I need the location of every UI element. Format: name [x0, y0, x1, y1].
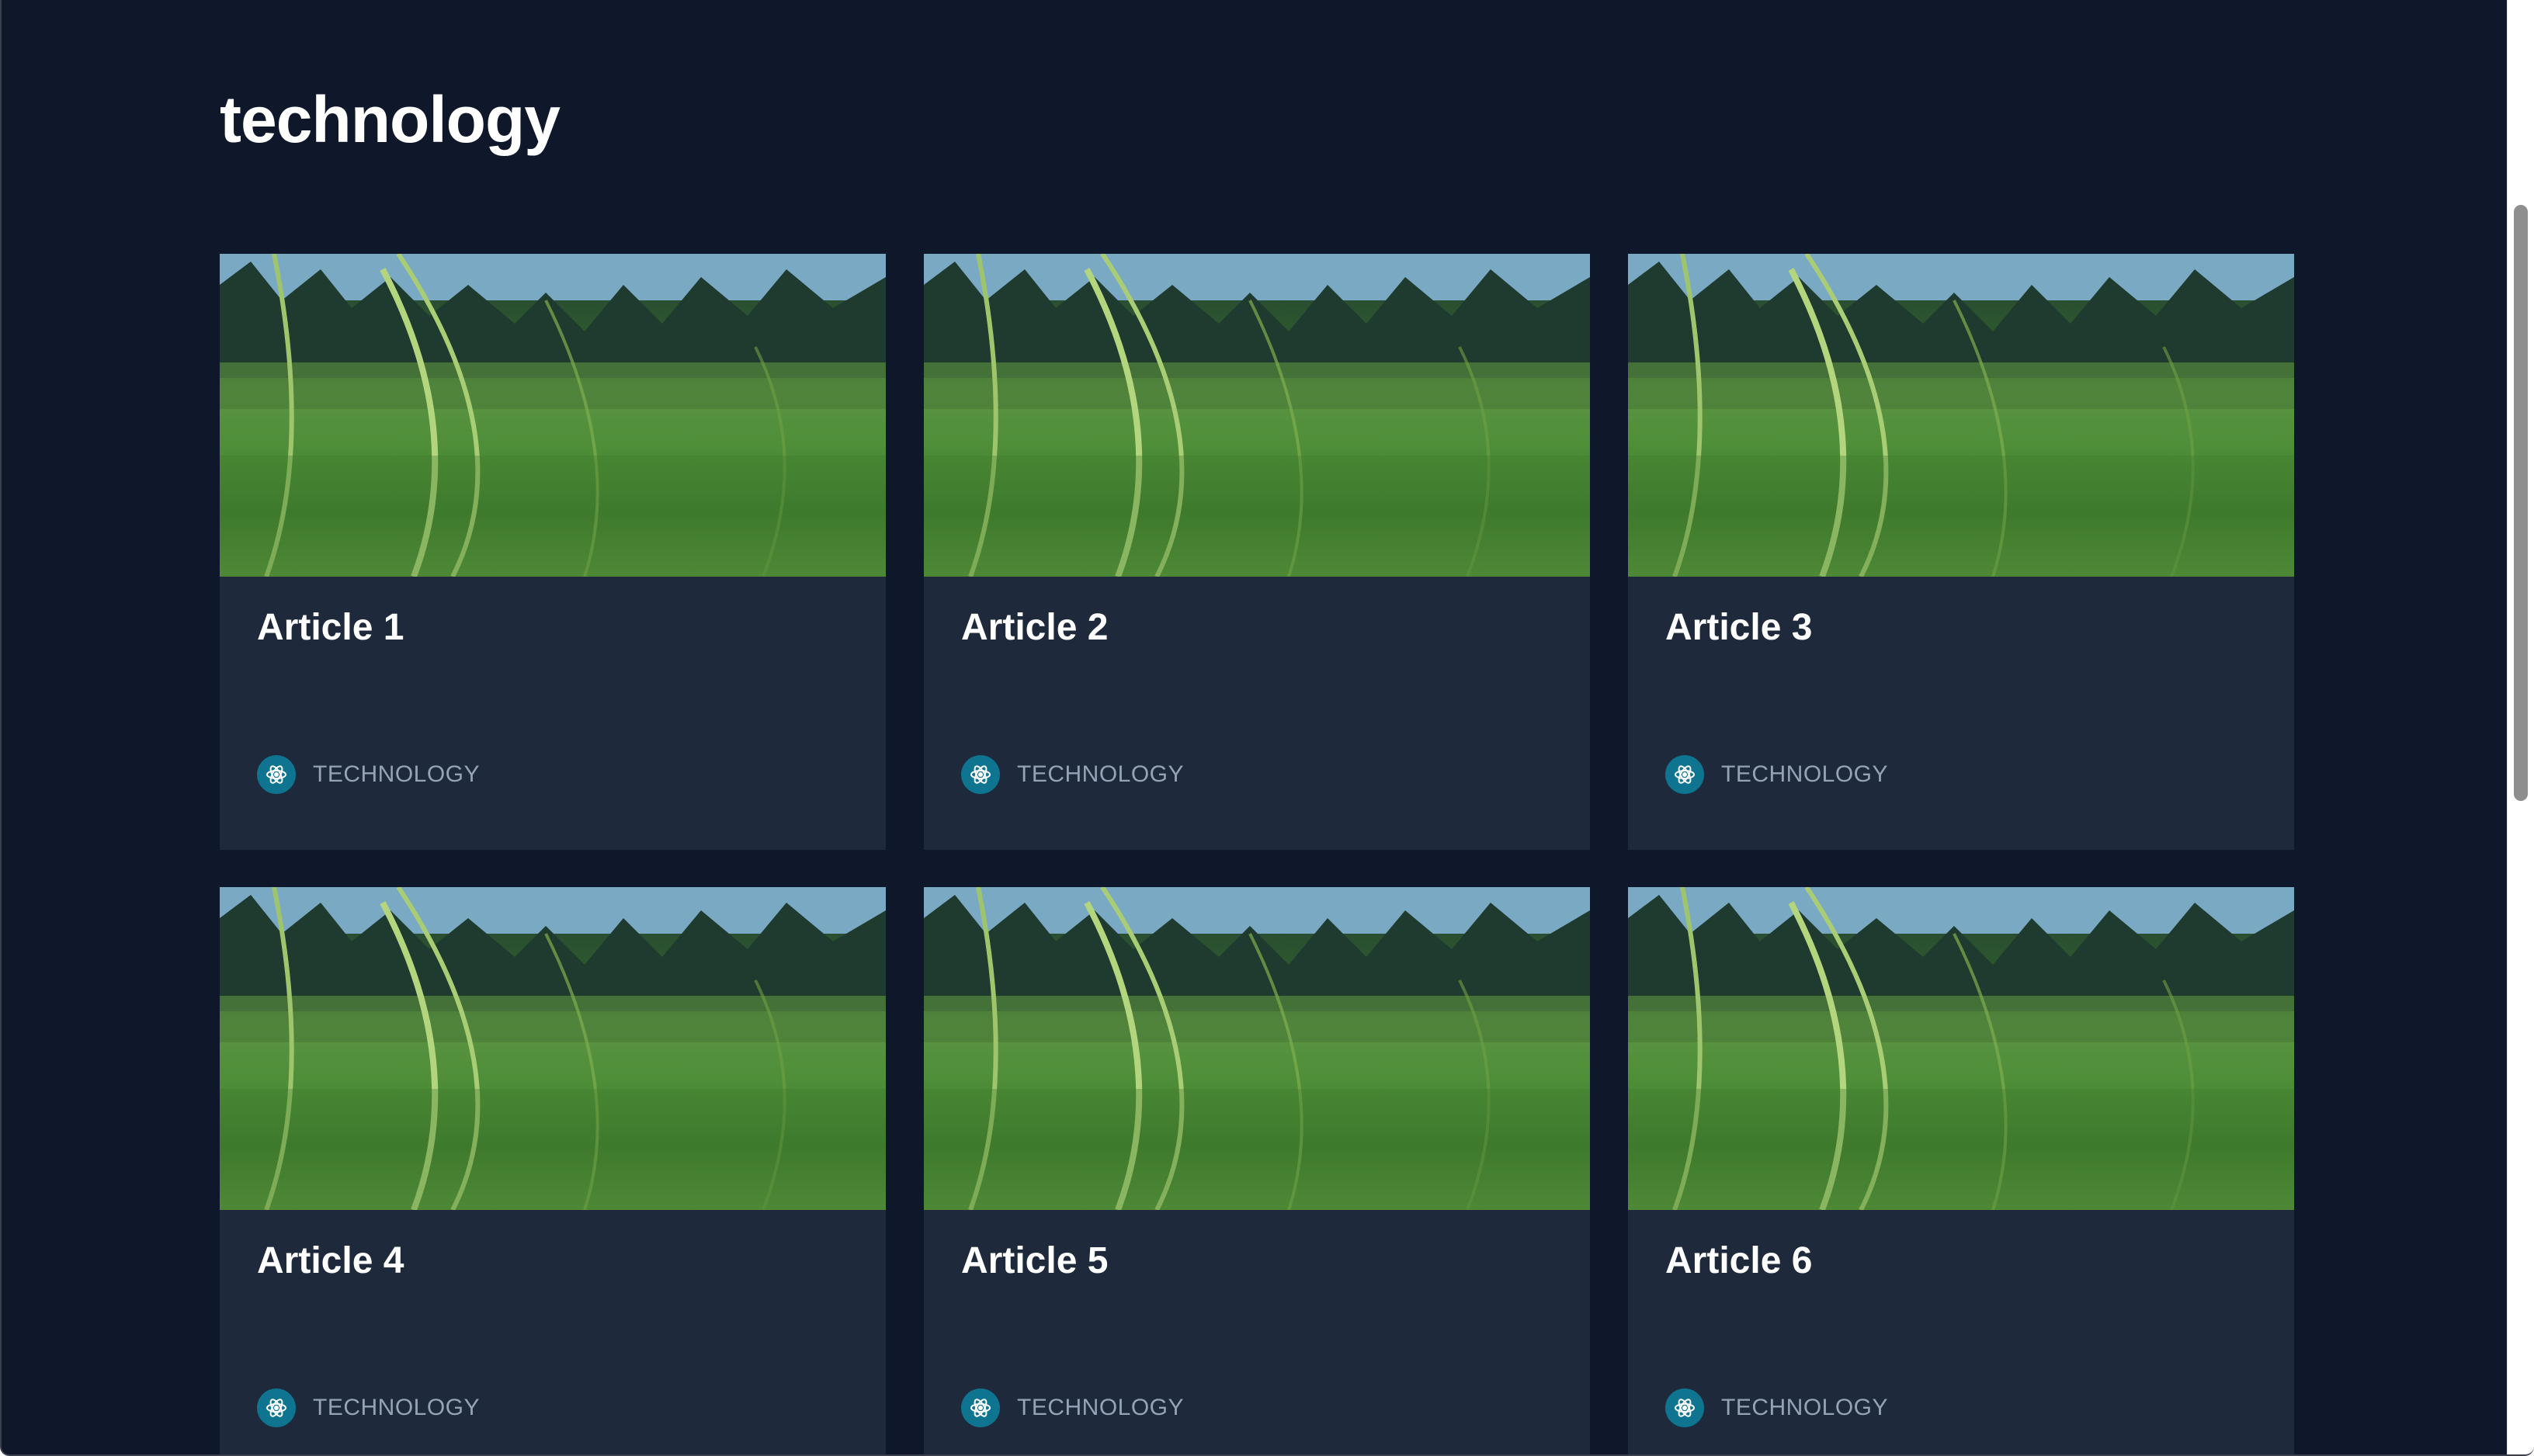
grass-field-image [1628, 887, 2294, 1210]
article-card[interactable]: Article 6 TECHNOLOGY [1628, 887, 2294, 1454]
article-title[interactable]: Article 2 [961, 603, 1108, 653]
category-tag[interactable]: TECHNOLOGY [257, 755, 480, 794]
atom-icon [961, 755, 1000, 794]
grass-field-image [924, 254, 1590, 577]
article-card[interactable]: Article 3 TECHNOLOGY [1628, 254, 2294, 850]
category-tag[interactable]: TECHNOLOGY [257, 1388, 480, 1427]
article-card[interactable]: Article 2 TECHNOLOGY [924, 254, 1590, 850]
page-title: technology [220, 83, 561, 156]
grass-field-image [220, 887, 886, 1210]
category-tag[interactable]: TECHNOLOGY [1665, 755, 1888, 794]
browser-window: technology Article 1 TECHNOLOGY Article … [0, 0, 2534, 1456]
article-title[interactable]: Article 5 [961, 1236, 1108, 1286]
category-label: TECHNOLOGY [1721, 1395, 1889, 1420]
vertical-scrollbar[interactable] [2507, 0, 2534, 1454]
category-tag[interactable]: TECHNOLOGY [1665, 1388, 1888, 1427]
article-grid: Article 1 TECHNOLOGY Article 2 TECHNOLOG… [220, 254, 2294, 1454]
article-title[interactable]: Article 1 [257, 603, 404, 653]
category-tag[interactable]: TECHNOLOGY [961, 755, 1184, 794]
atom-icon [1665, 1388, 1704, 1427]
atom-icon [257, 755, 296, 794]
article-card[interactable]: Article 5 TECHNOLOGY [924, 887, 1590, 1454]
article-title[interactable]: Article 4 [257, 1236, 404, 1286]
article-title[interactable]: Article 6 [1665, 1236, 1812, 1286]
atom-icon [1665, 755, 1704, 794]
article-thumbnail[interactable] [1628, 254, 2294, 577]
article-thumbnail[interactable] [924, 887, 1590, 1210]
category-label: TECHNOLOGY [313, 1395, 481, 1420]
article-thumbnail[interactable] [220, 254, 886, 577]
article-card[interactable]: Article 4 TECHNOLOGY [220, 887, 886, 1454]
atom-icon [257, 1388, 296, 1427]
article-title[interactable]: Article 3 [1665, 603, 1812, 653]
scrollbar-thumb[interactable] [2514, 205, 2528, 801]
grass-field-image [220, 254, 886, 577]
grass-field-image [924, 887, 1590, 1210]
atom-icon [961, 1388, 1000, 1427]
article-thumbnail[interactable] [1628, 887, 2294, 1210]
category-label: TECHNOLOGY [1017, 1395, 1185, 1420]
article-thumbnail[interactable] [220, 887, 886, 1210]
category-label: TECHNOLOGY [313, 761, 481, 787]
article-thumbnail[interactable] [924, 254, 1590, 577]
article-card[interactable]: Article 1 TECHNOLOGY [220, 254, 886, 850]
category-label: TECHNOLOGY [1721, 761, 1889, 787]
grass-field-image [1628, 254, 2294, 577]
category-tag[interactable]: TECHNOLOGY [961, 1388, 1184, 1427]
category-label: TECHNOLOGY [1017, 761, 1185, 787]
